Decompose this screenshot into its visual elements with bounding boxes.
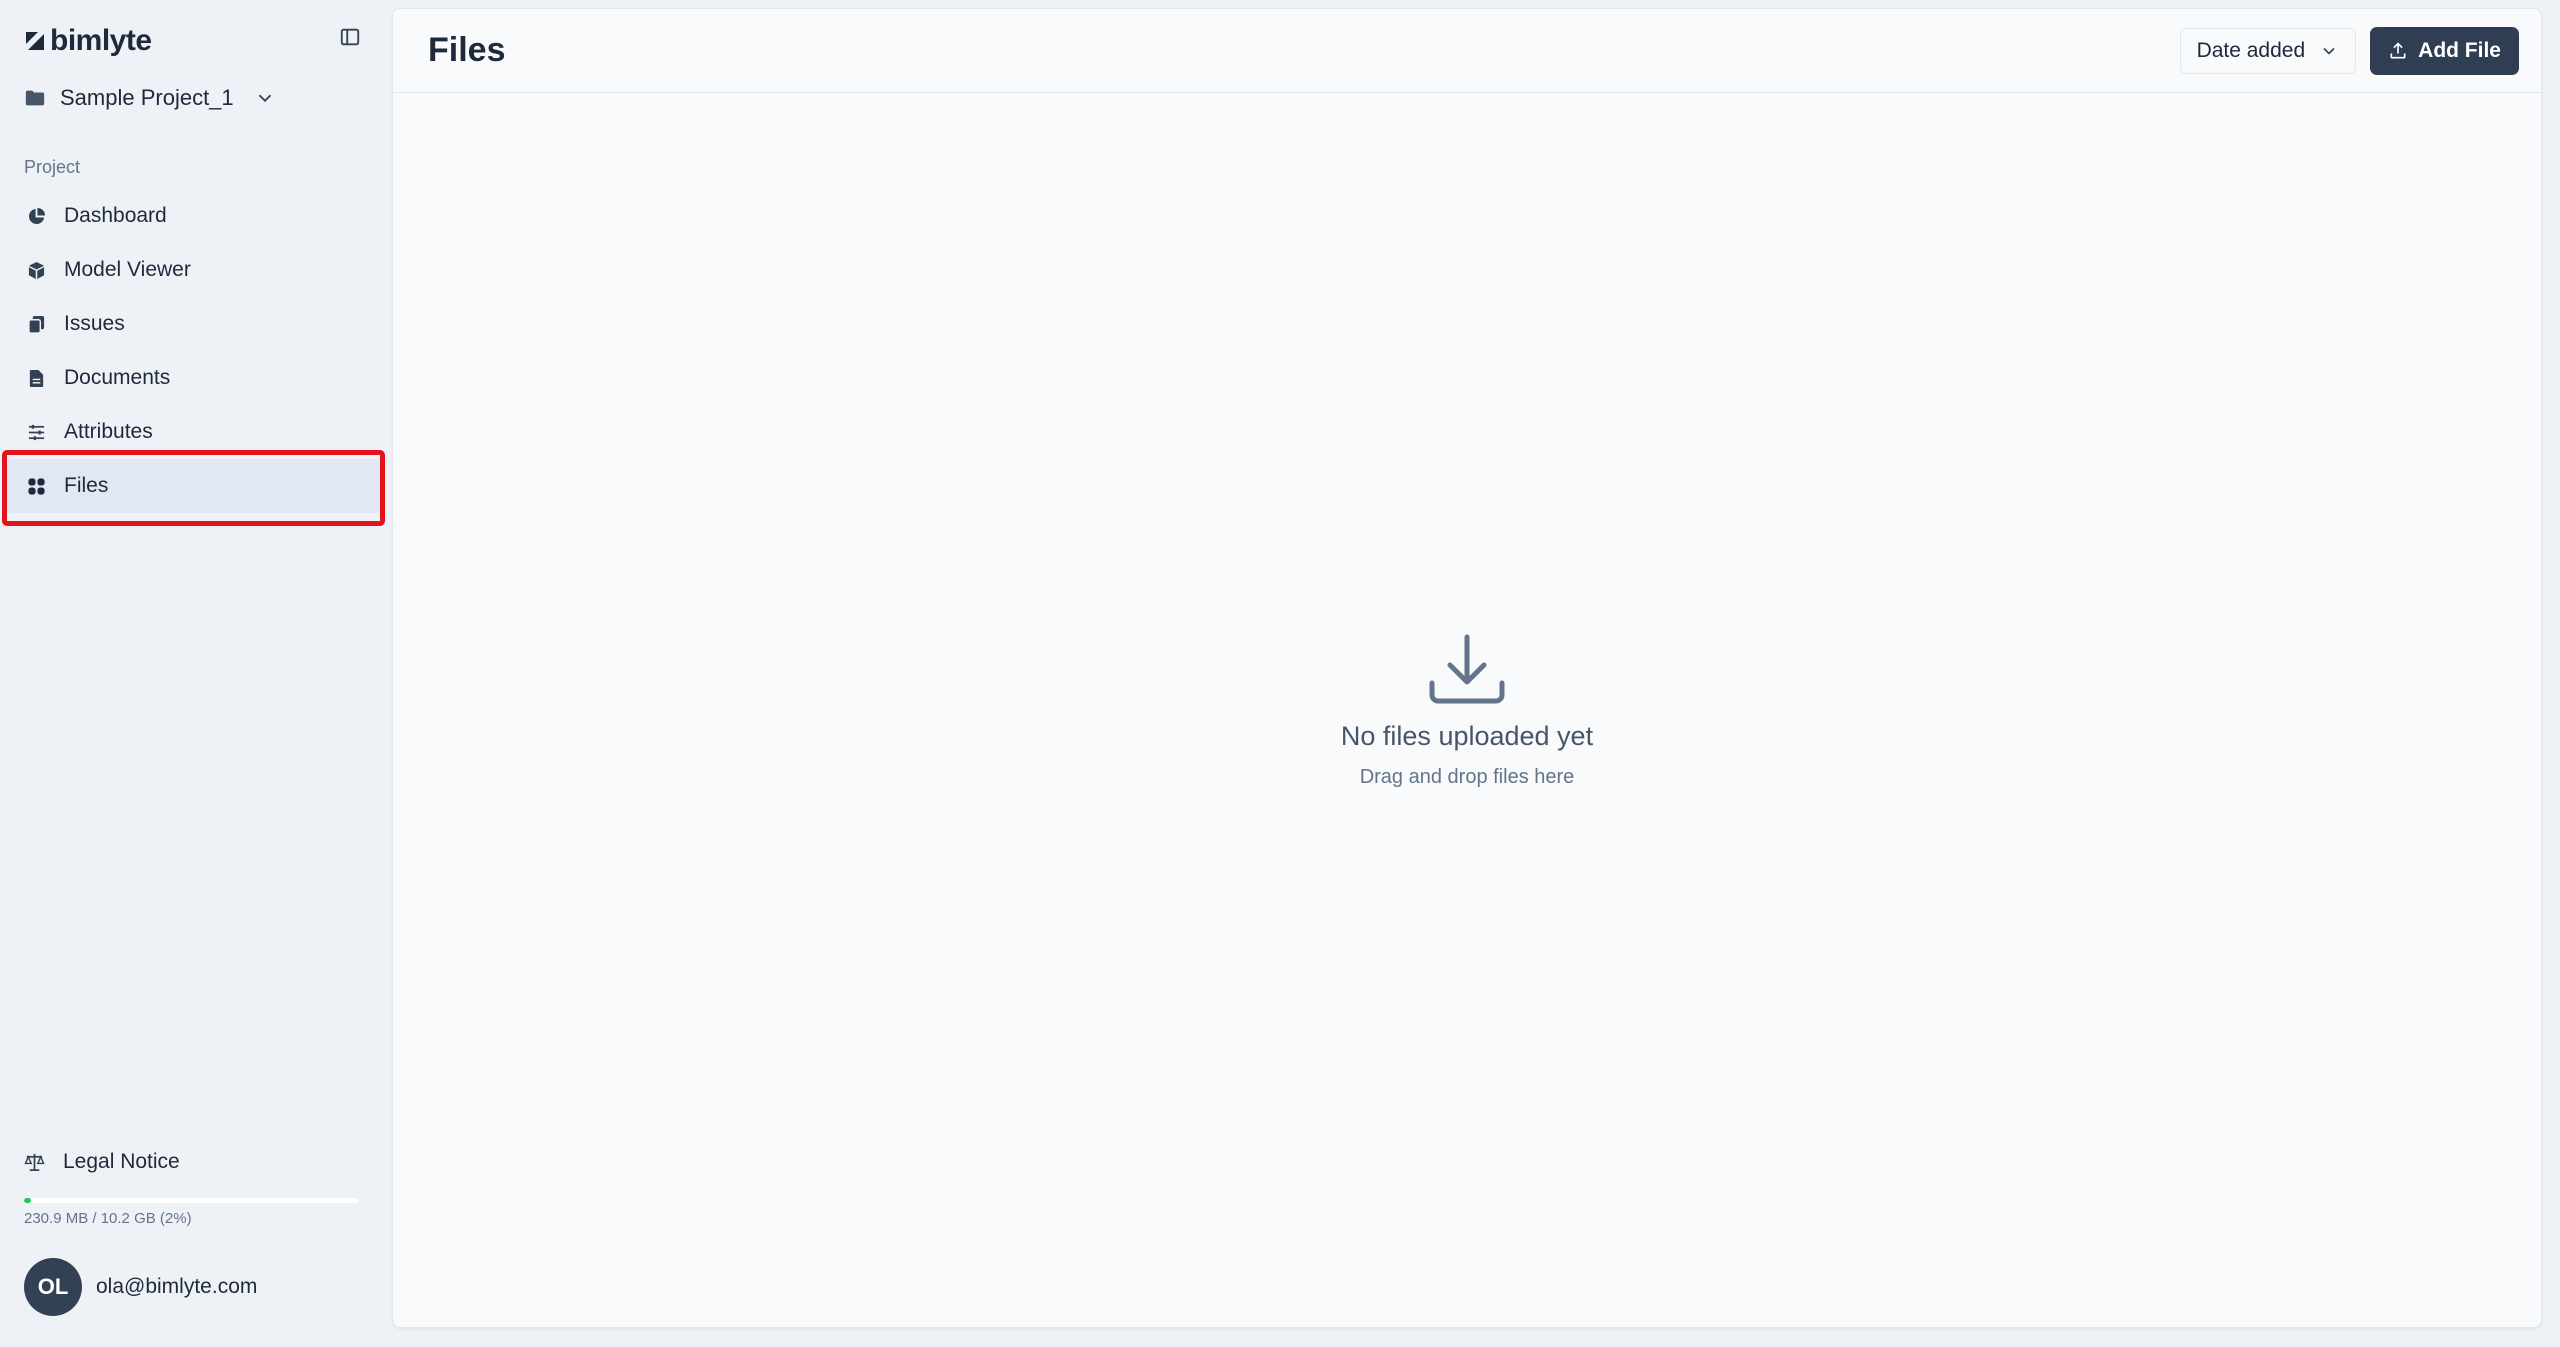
sidebar: bimlyte Sample Project_1 Project Dashboa… bbox=[0, 0, 390, 1347]
sidebar-item-label: Documents bbox=[64, 366, 171, 389]
project-switcher[interactable]: Sample Project_1 bbox=[24, 80, 276, 116]
document-icon bbox=[26, 368, 46, 388]
grid-icon bbox=[26, 476, 46, 496]
sliders-icon bbox=[26, 422, 46, 442]
panel-left-icon bbox=[340, 28, 360, 46]
sidebar-item-attributes[interactable]: Attributes bbox=[0, 405, 390, 459]
scale-icon bbox=[24, 1152, 45, 1173]
brand[interactable]: bimlyte bbox=[24, 20, 152, 62]
avatar: OL bbox=[24, 1258, 82, 1316]
page-header: Files Date added Add File bbox=[393, 9, 2541, 93]
sidebar-item-issues[interactable]: Issues bbox=[0, 297, 390, 351]
storage-usage-text: 230.9 MB / 10.2 GB (2%) bbox=[24, 1210, 192, 1227]
legal-notice-link[interactable]: Legal Notice bbox=[24, 1144, 180, 1180]
sidebar-item-documents[interactable]: Documents bbox=[0, 351, 390, 405]
project-name: Sample Project_1 bbox=[60, 85, 234, 110]
sidebar-item-dashboard[interactable]: Dashboard bbox=[0, 189, 390, 243]
sidebar-item-label: Attributes bbox=[64, 420, 153, 443]
cube-icon bbox=[26, 260, 46, 280]
sidebar-item-label: Issues bbox=[64, 312, 125, 335]
download-icon bbox=[1429, 634, 1505, 704]
main-panel: Files Date added Add File No files uploa… bbox=[392, 8, 2542, 1328]
legal-notice-label: Legal Notice bbox=[63, 1150, 180, 1173]
chevron-down-icon bbox=[2319, 41, 2339, 61]
folder-icon bbox=[24, 87, 46, 109]
collapse-sidebar-button[interactable] bbox=[337, 24, 363, 50]
add-file-button-label: Add File bbox=[2418, 38, 2501, 62]
sidebar-item-label: Dashboard bbox=[64, 204, 167, 227]
pie-chart-icon bbox=[26, 206, 46, 226]
empty-state[interactable]: No files uploaded yet Drag and drop file… bbox=[393, 629, 2541, 789]
add-file-button[interactable]: Add File bbox=[2370, 26, 2519, 75]
user-email: ola@bimlyte.com bbox=[96, 1275, 258, 1298]
sidebar-item-label: Files bbox=[64, 474, 109, 497]
sidebar-item-model-viewer[interactable]: Model Viewer bbox=[0, 243, 390, 297]
clipboard-icon bbox=[26, 314, 46, 334]
section-label-project: Project bbox=[24, 157, 81, 177]
page-title: Files bbox=[428, 31, 506, 69]
empty-state-title: No files uploaded yet bbox=[1340, 721, 1594, 751]
sidebar-nav: Dashboard Model Viewer Issues Documents … bbox=[0, 189, 390, 513]
empty-state-subtitle: Drag and drop files here bbox=[1359, 766, 1575, 788]
logo-icon bbox=[24, 30, 46, 52]
brand-name: bimlyte bbox=[50, 24, 152, 57]
user-menu[interactable]: OL ola@bimlyte.com bbox=[24, 1258, 257, 1316]
sidebar-item-files[interactable]: Files bbox=[6, 459, 384, 513]
sort-dropdown-value: Date added bbox=[2196, 38, 2306, 62]
storage-usage-bar bbox=[24, 1198, 358, 1203]
upload-icon bbox=[2388, 41, 2408, 61]
storage-usage-fill bbox=[24, 1198, 31, 1203]
sort-dropdown[interactable]: Date added bbox=[2179, 27, 2357, 74]
chevron-down-icon bbox=[254, 87, 276, 109]
sidebar-item-label: Model Viewer bbox=[64, 258, 191, 281]
